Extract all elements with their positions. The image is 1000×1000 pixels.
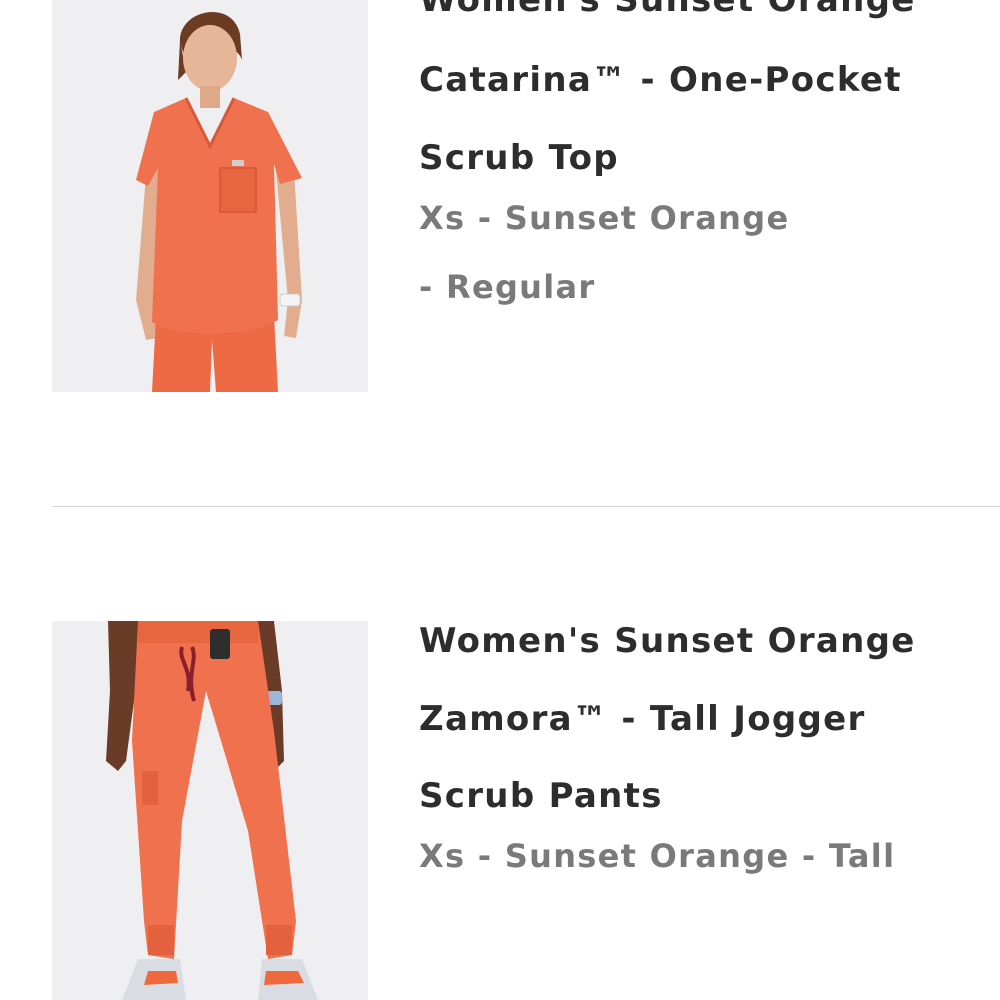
product-variant: Xs - Sunset Orange: [419, 199, 790, 237]
product-title[interactable]: Scrub Top: [419, 138, 619, 178]
product-title[interactable]: Women's Sunset Orange: [419, 0, 916, 20]
scrub-pants-photo-icon: [52, 621, 368, 1000]
scrub-top-photo-icon: [52, 0, 368, 392]
product-title[interactable]: Women's Sunset Orange: [419, 621, 916, 661]
cart-item-details: Women's Sunset Orange Zamora™ - Tall Jog…: [419, 621, 1000, 1000]
cart-item: Women's Sunset Orange Catarina™ - One-Po…: [0, 0, 1000, 506]
product-title[interactable]: Zamora™ - Tall Jogger: [419, 699, 866, 739]
cart-item-details: Women's Sunset Orange Catarina™ - One-Po…: [419, 0, 1000, 506]
product-title[interactable]: Scrub Pants: [419, 776, 663, 816]
cart-item-list: Women's Sunset Orange Catarina™ - One-Po…: [0, 0, 1000, 1000]
product-variant: Xs - Sunset Orange - Tall: [419, 837, 896, 875]
product-image-scrub-pants[interactable]: [52, 621, 368, 1000]
product-image-scrub-top[interactable]: [52, 0, 368, 392]
product-title[interactable]: Catarina™ - One-Pocket: [419, 60, 902, 100]
product-variant: - Regular: [419, 268, 596, 306]
cart-item: Women's Sunset Orange Zamora™ - Tall Jog…: [0, 507, 1000, 1000]
